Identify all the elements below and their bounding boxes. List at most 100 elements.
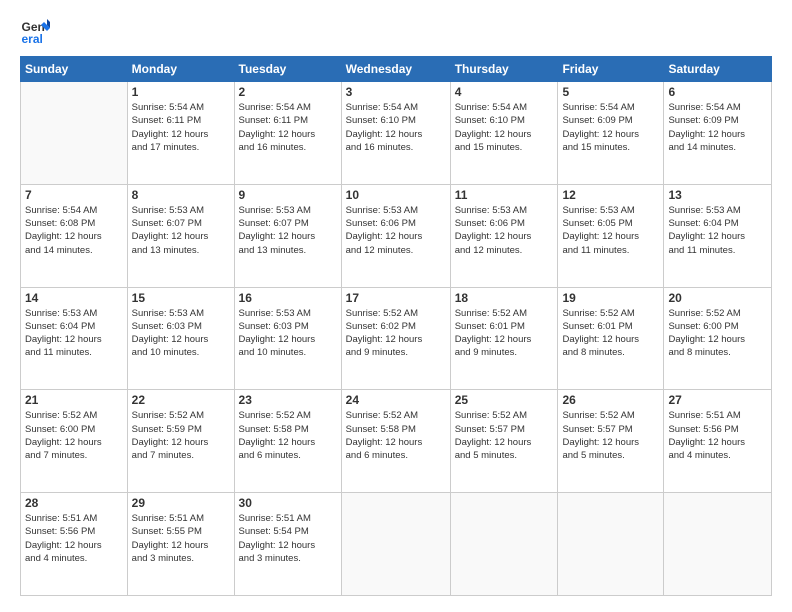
- day-info: Sunrise: 5:54 AMSunset: 6:11 PMDaylight:…: [132, 101, 230, 154]
- day-info: Sunrise: 5:54 AMSunset: 6:09 PMDaylight:…: [668, 101, 767, 154]
- day-header-friday: Friday: [558, 57, 664, 82]
- day-number: 20: [668, 291, 767, 305]
- day-info: Sunrise: 5:52 AMSunset: 5:58 PMDaylight:…: [239, 409, 337, 462]
- day-number: 10: [346, 188, 446, 202]
- day-number: 14: [25, 291, 123, 305]
- calendar-cell: 15 Sunrise: 5:53 AMSunset: 6:03 PMDayligh…: [127, 287, 234, 390]
- calendar-cell: 24Sunrise: 5:52 AMSunset: 5:58 PMDayligh…: [341, 390, 450, 493]
- day-info: Sunrise: 5:53 AMSunset: 6:05 PMDaylight:…: [562, 204, 659, 257]
- calendar-cell: 6 Sunrise: 5:54 AMSunset: 6:09 PMDaylight…: [664, 82, 772, 185]
- day-number: 15: [132, 291, 230, 305]
- day-info: Sunrise: 5:54 AMSunset: 6:10 PMDaylight:…: [455, 101, 554, 154]
- calendar-cell: 9 Sunrise: 5:53 AMSunset: 6:07 PMDaylight…: [234, 184, 341, 287]
- day-info: Sunrise: 5:53 AMSunset: 6:04 PMDaylight:…: [25, 307, 123, 360]
- day-number: 28: [25, 496, 123, 510]
- day-header-monday: Monday: [127, 57, 234, 82]
- calendar-cell: [21, 82, 128, 185]
- calendar-cell: 21 Sunrise: 5:52 AMSunset: 6:00 PMDayligh…: [21, 390, 128, 493]
- day-info: Sunrise: 5:52 AMSunset: 5:57 PMDaylight:…: [562, 409, 659, 462]
- day-number: 21: [25, 393, 123, 407]
- day-info: Sunrise: 5:53 AMSunset: 6:03 PMDaylight:…: [132, 307, 230, 360]
- day-info: Sunrise: 5:52 AMSunset: 6:01 PMDaylight:…: [455, 307, 554, 360]
- day-number: 25: [455, 393, 554, 407]
- calendar-cell: 7 Sunrise: 5:54 AMSunset: 6:08 PMDaylight…: [21, 184, 128, 287]
- day-number: 7: [25, 188, 123, 202]
- calendar-cell: 5 Sunrise: 5:54 AMSunset: 6:09 PMDaylight…: [558, 82, 664, 185]
- calendar-cell: 23 Sunrise: 5:52 AMSunset: 5:58 PMDayligh…: [234, 390, 341, 493]
- day-number: 8: [132, 188, 230, 202]
- day-number: 26: [562, 393, 659, 407]
- day-number: 17: [346, 291, 446, 305]
- day-info: Sunrise: 5:54 AMSunset: 6:09 PMDaylight:…: [562, 101, 659, 154]
- day-info: Sunrise: 5:52 AMSunset: 6:01 PMDaylight:…: [562, 307, 659, 360]
- day-info: Sunrise: 5:53 AMSunset: 6:03 PMDaylight:…: [239, 307, 337, 360]
- svg-text:eral: eral: [22, 32, 43, 46]
- day-number: 1: [132, 85, 230, 99]
- day-number: 12: [562, 188, 659, 202]
- page-header: Gen eral: [20, 16, 772, 46]
- day-info: Sunrise: 5:54 AMSunset: 6:10 PMDaylight:…: [346, 101, 446, 154]
- logo: Gen eral: [20, 16, 54, 46]
- calendar-cell: 1 Sunrise: 5:54 AMSunset: 6:11 PMDaylight…: [127, 82, 234, 185]
- day-info: Sunrise: 5:51 AMSunset: 5:54 PMDaylight:…: [239, 512, 337, 565]
- day-info: Sunrise: 5:54 AMSunset: 6:11 PMDaylight:…: [239, 101, 337, 154]
- day-info: Sunrise: 5:53 AMSunset: 6:04 PMDaylight:…: [668, 204, 767, 257]
- day-info: Sunrise: 5:52 AMSunset: 6:00 PMDaylight:…: [25, 409, 123, 462]
- calendar-cell: 28 Sunrise: 5:51 AMSunset: 5:56 PMDayligh…: [21, 493, 128, 596]
- day-header-wednesday: Wednesday: [341, 57, 450, 82]
- calendar-cell: 18 Sunrise: 5:52 AMSunset: 6:01 PMDayligh…: [450, 287, 558, 390]
- calendar-cell: 29 Sunrise: 5:51 AMSunset: 5:55 PMDayligh…: [127, 493, 234, 596]
- day-info: Sunrise: 5:51 AMSunset: 5:55 PMDaylight:…: [132, 512, 230, 565]
- day-info: Sunrise: 5:53 AMSunset: 6:07 PMDaylight:…: [239, 204, 337, 257]
- calendar-cell: [450, 493, 558, 596]
- day-number: 5: [562, 85, 659, 99]
- day-info: Sunrise: 5:52 AMSunset: 6:00 PMDaylight:…: [668, 307, 767, 360]
- day-info: Sunrise: 5:52 AMSunset: 5:57 PMDaylight:…: [455, 409, 554, 462]
- day-number: 6: [668, 85, 767, 99]
- day-header-sunday: Sunday: [21, 57, 128, 82]
- day-number: 9: [239, 188, 337, 202]
- calendar-cell: 12 Sunrise: 5:53 AMSunset: 6:05 PMDayligh…: [558, 184, 664, 287]
- day-info: Sunrise: 5:53 AMSunset: 6:07 PMDaylight:…: [132, 204, 230, 257]
- calendar-cell: 11 Sunrise: 5:53 AMSunset: 6:06 PMDayligh…: [450, 184, 558, 287]
- calendar-cell: 20 Sunrise: 5:52 AMSunset: 6:00 PMDayligh…: [664, 287, 772, 390]
- day-number: 23: [239, 393, 337, 407]
- calendar-cell: 22 Sunrise: 5:52 AMSunset: 5:59 PMDayligh…: [127, 390, 234, 493]
- calendar-cell: 10Sunrise: 5:53 AMSunset: 6:06 PMDayligh…: [341, 184, 450, 287]
- day-number: 18: [455, 291, 554, 305]
- calendar-cell: 4 Sunrise: 5:54 AMSunset: 6:10 PMDaylight…: [450, 82, 558, 185]
- calendar-cell: 17 Sunrise: 5:52 AMSunset: 6:02 PMDayligh…: [341, 287, 450, 390]
- calendar-cell: [558, 493, 664, 596]
- calendar-cell: [664, 493, 772, 596]
- calendar-cell: 16 Sunrise: 5:53 AMSunset: 6:03 PMDayligh…: [234, 287, 341, 390]
- day-number: 3: [346, 85, 446, 99]
- calendar-cell: 27 Sunrise: 5:51 AMSunset: 5:56 PMDayligh…: [664, 390, 772, 493]
- day-info: Sunrise: 5:54 AMSunset: 6:08 PMDaylight:…: [25, 204, 123, 257]
- calendar-cell: 13 Sunrise: 5:53 AMSunset: 6:04 PMDayligh…: [664, 184, 772, 287]
- day-number: 22: [132, 393, 230, 407]
- day-info: Sunrise: 5:52 AMSunset: 5:58 PMDaylight:…: [346, 409, 446, 462]
- day-number: 13: [668, 188, 767, 202]
- day-info: Sunrise: 5:51 AMSunset: 5:56 PMDaylight:…: [25, 512, 123, 565]
- day-info: Sunrise: 5:52 AMSunset: 5:59 PMDaylight:…: [132, 409, 230, 462]
- day-number: 29: [132, 496, 230, 510]
- day-number: 27: [668, 393, 767, 407]
- calendar-cell: 25 Sunrise: 5:52 AMSunset: 5:57 PMDayligh…: [450, 390, 558, 493]
- calendar-cell: 2Sunrise: 5:54 AMSunset: 6:11 PMDaylight…: [234, 82, 341, 185]
- calendar-table: SundayMondayTuesdayWednesdayThursdayFrid…: [20, 56, 772, 596]
- day-number: 19: [562, 291, 659, 305]
- day-header-thursday: Thursday: [450, 57, 558, 82]
- calendar-cell: 8 Sunrise: 5:53 AMSunset: 6:07 PMDaylight…: [127, 184, 234, 287]
- day-header-saturday: Saturday: [664, 57, 772, 82]
- day-number: 16: [239, 291, 337, 305]
- day-number: 11: [455, 188, 554, 202]
- day-info: Sunrise: 5:53 AMSunset: 6:06 PMDaylight:…: [455, 204, 554, 257]
- calendar-cell: 26 Sunrise: 5:52 AMSunset: 5:57 PMDayligh…: [558, 390, 664, 493]
- day-info: Sunrise: 5:52 AMSunset: 6:02 PMDaylight:…: [346, 307, 446, 360]
- calendar-cell: 19 Sunrise: 5:52 AMSunset: 6:01 PMDayligh…: [558, 287, 664, 390]
- day-number: 4: [455, 85, 554, 99]
- day-info: Sunrise: 5:51 AMSunset: 5:56 PMDaylight:…: [668, 409, 767, 462]
- calendar-cell: [341, 493, 450, 596]
- calendar-cell: 3 Sunrise: 5:54 AMSunset: 6:10 PMDaylight…: [341, 82, 450, 185]
- day-header-tuesday: Tuesday: [234, 57, 341, 82]
